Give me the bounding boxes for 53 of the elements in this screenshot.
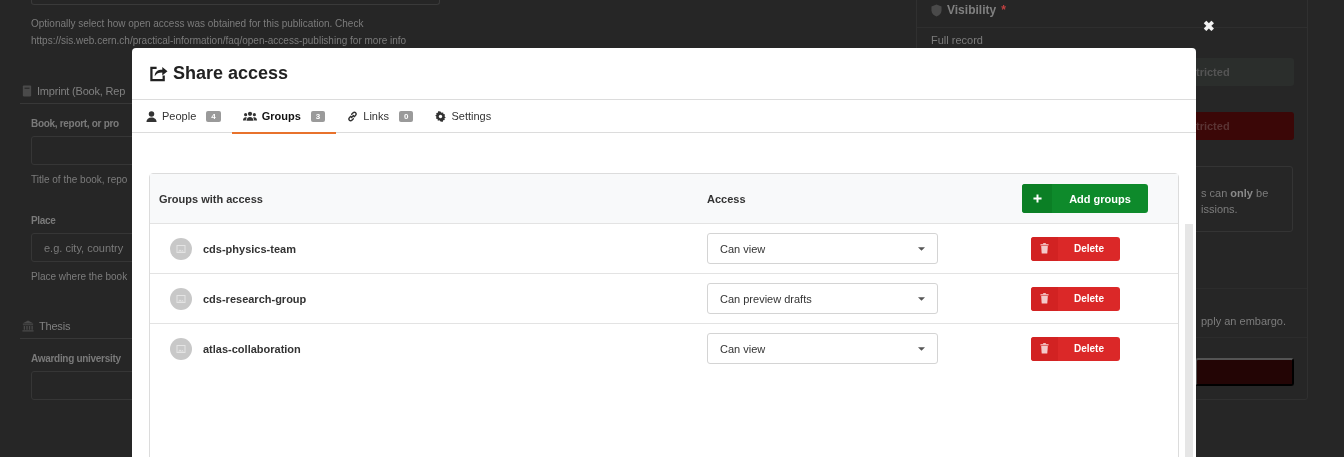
tab[interactable]: Groups 3 — [231, 100, 337, 134]
count-badge: 4 — [206, 110, 221, 122]
tab[interactable]: People 4 — [135, 100, 232, 134]
tab[interactable]: Links 0 — [336, 100, 425, 134]
count-badge: 3 — [310, 110, 326, 122]
embargo-text: pply an embargo. — [1201, 315, 1286, 327]
link-icon — [347, 110, 359, 122]
shield-icon — [931, 3, 942, 17]
trash-icon — [1040, 243, 1049, 254]
gear-icon — [435, 110, 447, 122]
add-groups-button[interactable]: Add groups — [1022, 184, 1148, 213]
group-avatar-icon — [170, 337, 192, 360]
access-dropdown[interactable]: Can view — [707, 333, 938, 364]
column-header: Groups with access — [158, 192, 264, 205]
help-text: Optionally select how open access was obtained for this publication. Check https://sis.web.cern.ch/practical-information/faq/open-access-publishing for more info — [31, 17, 408, 48]
share-icon — [149, 65, 168, 82]
help-text: Place where the book — [31, 271, 129, 282]
field-label: Place — [31, 215, 57, 226]
delete-button[interactable]: Delete — [1031, 286, 1120, 311]
required-mark: * — [1001, 3, 1006, 17]
delete-button[interactable]: Delete — [1031, 336, 1120, 361]
book-icon — [22, 85, 32, 97]
bank-icon — [22, 320, 34, 332]
group-name: cds-research-group — [203, 292, 307, 305]
delete-button[interactable]: Delete — [1031, 236, 1120, 261]
trash-icon — [1040, 293, 1049, 304]
field-label: Awarding university — [31, 353, 122, 364]
caret-icon — [918, 296, 925, 301]
column-header: Access — [706, 192, 747, 205]
group-name: atlas-collaboration — [203, 342, 301, 355]
access-dropdown[interactable]: Can preview drafts — [707, 283, 938, 314]
caret-icon — [918, 246, 925, 251]
section-title: Imprint (Book, Rep — [37, 85, 126, 97]
section-title: Thesis — [39, 320, 71, 332]
field-label: Full record — [931, 34, 984, 46]
group-name: cds-physics-team — [203, 242, 296, 255]
scrollbar[interactable] — [1185, 224, 1193, 457]
group-avatar-icon — [170, 237, 192, 260]
access-dropdown[interactable]: Can view — [707, 233, 938, 264]
modal-title: Share access — [173, 63, 289, 84]
plus-icon — [1032, 194, 1042, 203]
embargo-button[interactable] — [1195, 358, 1294, 386]
field-label: Book, report, or pro — [31, 118, 120, 129]
tab[interactable]: Settings — [424, 100, 503, 134]
group-avatar-icon — [170, 287, 192, 310]
users-icon — [242, 111, 257, 121]
panel-title: Visibility — [947, 3, 997, 17]
close-button[interactable]: ✖ — [1203, 18, 1215, 34]
help-text: Title of the book, repo — [31, 174, 129, 185]
count-badge: 0 — [399, 110, 414, 122]
person-icon — [146, 110, 157, 122]
caret-icon — [918, 346, 925, 351]
trash-icon — [1040, 343, 1049, 354]
